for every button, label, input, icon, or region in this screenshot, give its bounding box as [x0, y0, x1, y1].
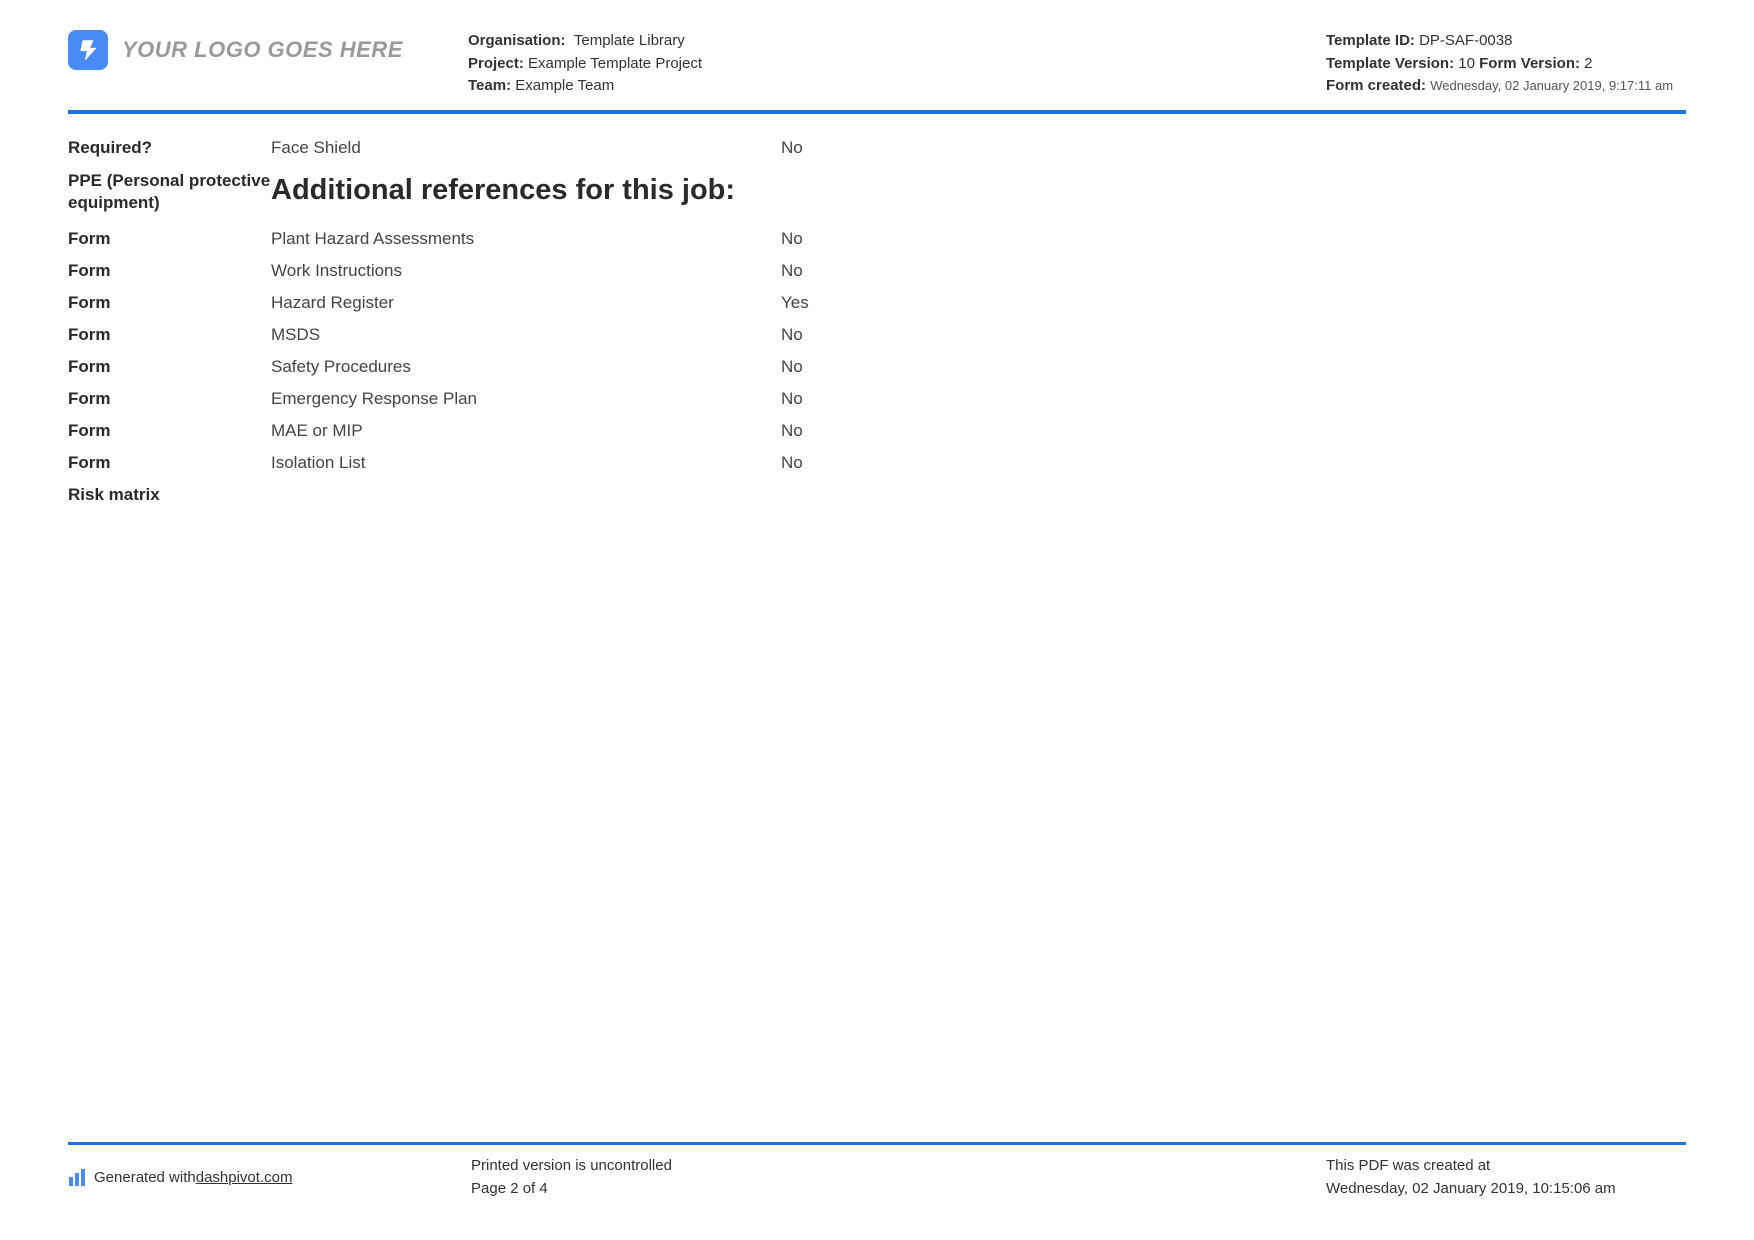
team-value: Example Team — [515, 77, 614, 94]
form-row-label: Form — [68, 421, 271, 441]
form-row-item: Hazard Register — [271, 293, 781, 313]
form-row-value: No — [781, 453, 881, 473]
header-meta-center: Organisation: Template Library Project: … — [468, 30, 1326, 98]
form-row: FormMSDSNo — [68, 319, 1686, 351]
document-header: YOUR LOGO GOES HERE Organisation: Templa… — [68, 30, 1686, 114]
organisation-value: Template Library — [574, 32, 685, 49]
logo-placeholder-text: YOUR LOGO GOES HERE — [122, 37, 403, 63]
form-row-label: Form — [68, 357, 271, 377]
required-item: Face Shield — [271, 138, 781, 158]
form-row-label: Form — [68, 325, 271, 345]
form-row: FormIsolation ListNo — [68, 447, 1686, 479]
logo-icon — [68, 30, 108, 70]
footer-right: This PDF was created at Wednesday, 02 Ja… — [1326, 1155, 1686, 1200]
form-row-value: No — [781, 421, 881, 441]
form-row: FormMAE or MIPNo — [68, 415, 1686, 447]
logo-block: YOUR LOGO GOES HERE — [68, 30, 468, 70]
required-label: Required? — [68, 138, 271, 158]
form-row-item: Safety Procedures — [271, 357, 781, 377]
form-row: FormEmergency Response PlanNo — [68, 383, 1686, 415]
uncontrolled-notice: Printed version is uncontrolled — [471, 1155, 1326, 1178]
form-row-label: Form — [68, 261, 271, 281]
pdf-created-value: Wednesday, 02 January 2019, 10:15:06 am — [1326, 1178, 1686, 1201]
form-row-value: No — [781, 389, 881, 409]
ppe-heading-row: PPE (Personal protective equipment) Addi… — [68, 164, 1686, 223]
required-value: No — [781, 138, 881, 158]
form-version-value: 2 — [1584, 55, 1592, 72]
form-row-label: Form — [68, 389, 271, 409]
form-row-item: MAE or MIP — [271, 421, 781, 441]
template-id-value: DP-SAF-0038 — [1419, 32, 1512, 49]
bar-chart-icon — [68, 1169, 86, 1187]
form-created-label: Form created: — [1326, 77, 1426, 94]
form-row-item: Emergency Response Plan — [271, 389, 781, 409]
form-row: FormPlant Hazard AssessmentsNo — [68, 223, 1686, 255]
form-row-value: Yes — [781, 293, 881, 313]
template-version-label: Template Version: — [1326, 55, 1454, 72]
section-heading: Additional references for this job: — [271, 170, 735, 217]
form-row-item: Isolation List — [271, 453, 781, 473]
form-row-value: No — [781, 357, 881, 377]
form-row-label: Form — [68, 293, 271, 313]
form-row-label: Form — [68, 229, 271, 249]
organisation-label: Organisation: — [468, 32, 566, 49]
pdf-created-label: This PDF was created at — [1326, 1155, 1686, 1178]
form-version-label: Form Version: — [1479, 55, 1580, 72]
form-row: FormHazard RegisterYes — [68, 287, 1686, 319]
required-row: Required? Face Shield No — [68, 132, 1686, 164]
generated-prefix: Generated with — [94, 1169, 196, 1186]
template-id-label: Template ID: — [1326, 32, 1415, 49]
form-row-label: Form — [68, 453, 271, 473]
form-row: FormWork InstructionsNo — [68, 255, 1686, 287]
project-label: Project: — [468, 55, 524, 72]
form-row-value: No — [781, 229, 881, 249]
generated-link[interactable]: dashpivot.com — [196, 1169, 293, 1186]
form-row-item: MSDS — [271, 325, 781, 345]
footer-left: Generated with dashpivot.com — [68, 1155, 471, 1200]
document-footer: Generated with dashpivot.com Printed ver… — [68, 1142, 1686, 1200]
form-row-item: Work Instructions — [271, 261, 781, 281]
form-row-value: No — [781, 325, 881, 345]
form-row: FormSafety ProceduresNo — [68, 351, 1686, 383]
risk-matrix-row: Risk matrix — [68, 479, 1686, 511]
form-row-item: Plant Hazard Assessments — [271, 229, 781, 249]
team-label: Team: — [468, 77, 511, 94]
form-created-value: Wednesday, 02 January 2019, 9:17:11 am — [1430, 78, 1673, 93]
ppe-label: PPE (Personal protective equipment) — [68, 170, 271, 214]
template-version-value: 10 — [1458, 55, 1475, 72]
header-meta-right: Template ID: DP-SAF-0038 Template Versio… — [1326, 30, 1686, 98]
form-row-value: No — [781, 261, 881, 281]
project-value: Example Template Project — [528, 55, 702, 72]
document-body: Required? Face Shield No PPE (Personal p… — [68, 114, 1686, 511]
footer-center: Printed version is uncontrolled Page 2 o… — [471, 1155, 1326, 1200]
risk-matrix-label: Risk matrix — [68, 485, 271, 505]
page-info: Page 2 of 4 — [471, 1178, 1326, 1201]
